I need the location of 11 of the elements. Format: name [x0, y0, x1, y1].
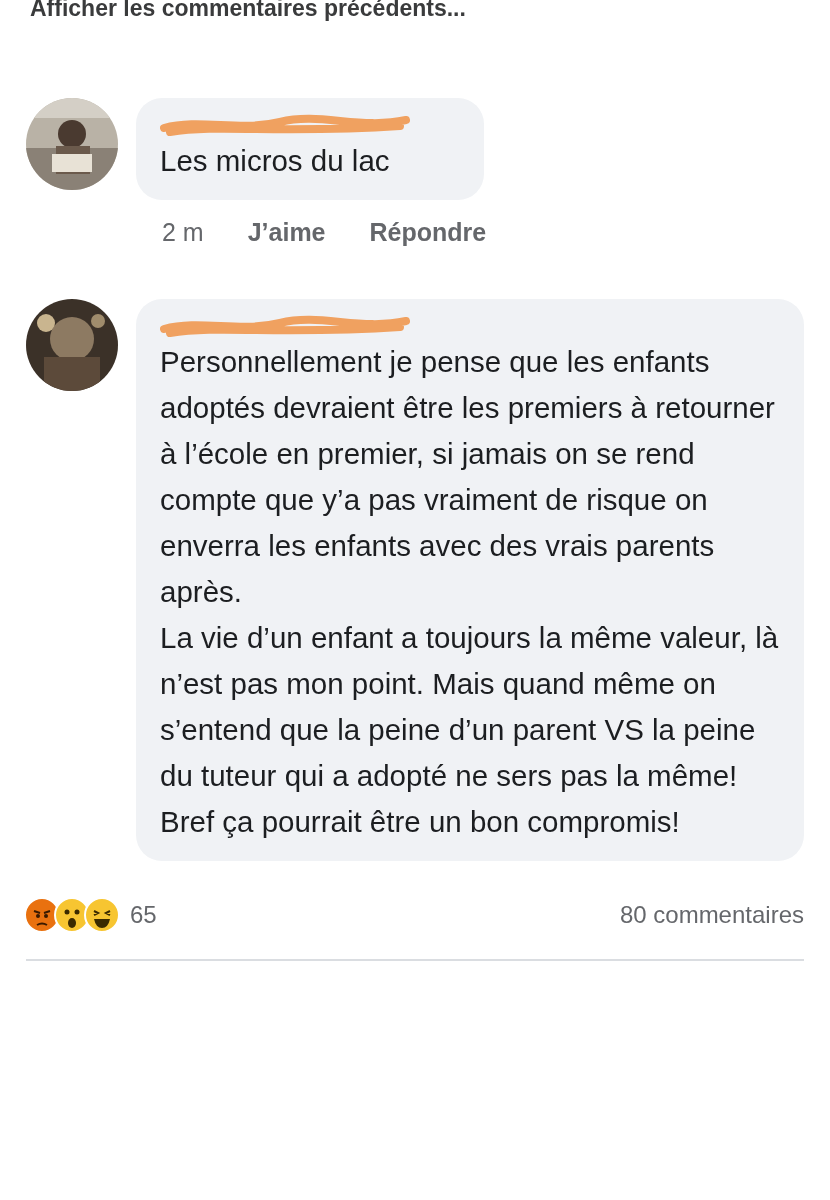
reaction-count[interactable]: 65 — [130, 897, 157, 933]
comment-text: Personnellement je pense que les enfants adoptés devraient être les premiers à retourner à l’école en premier, si jamais on se rend compte que y’a pas vraiment de risque on enverra les enfants avec des vrais parents après. — [160, 344, 776, 610]
comment-text: La vie d’un enfant a toujours la même valeur, là n’est pas mon point. Mais quand même on s’entend que la peine d’un parent VS la peine du tuteur qui a adopté ne sers pas la même! — [160, 620, 780, 794]
comment-time: 2 m — [162, 216, 204, 248]
comment-text: Les micros du lac — [160, 142, 391, 179]
laughing-face-icon — [84, 897, 120, 933]
comment-text: Bref ça pourrait être un bon compromis! — [160, 804, 681, 840]
like-link[interactable]: J’aime — [247, 213, 326, 251]
comment-count[interactable]: 80 commentaires — [619, 897, 804, 933]
previous-comments-link[interactable]: Afficher les commentaires précédents... — [30, 0, 830, 26]
reply-link[interactable]: Répondre — [369, 213, 487, 251]
